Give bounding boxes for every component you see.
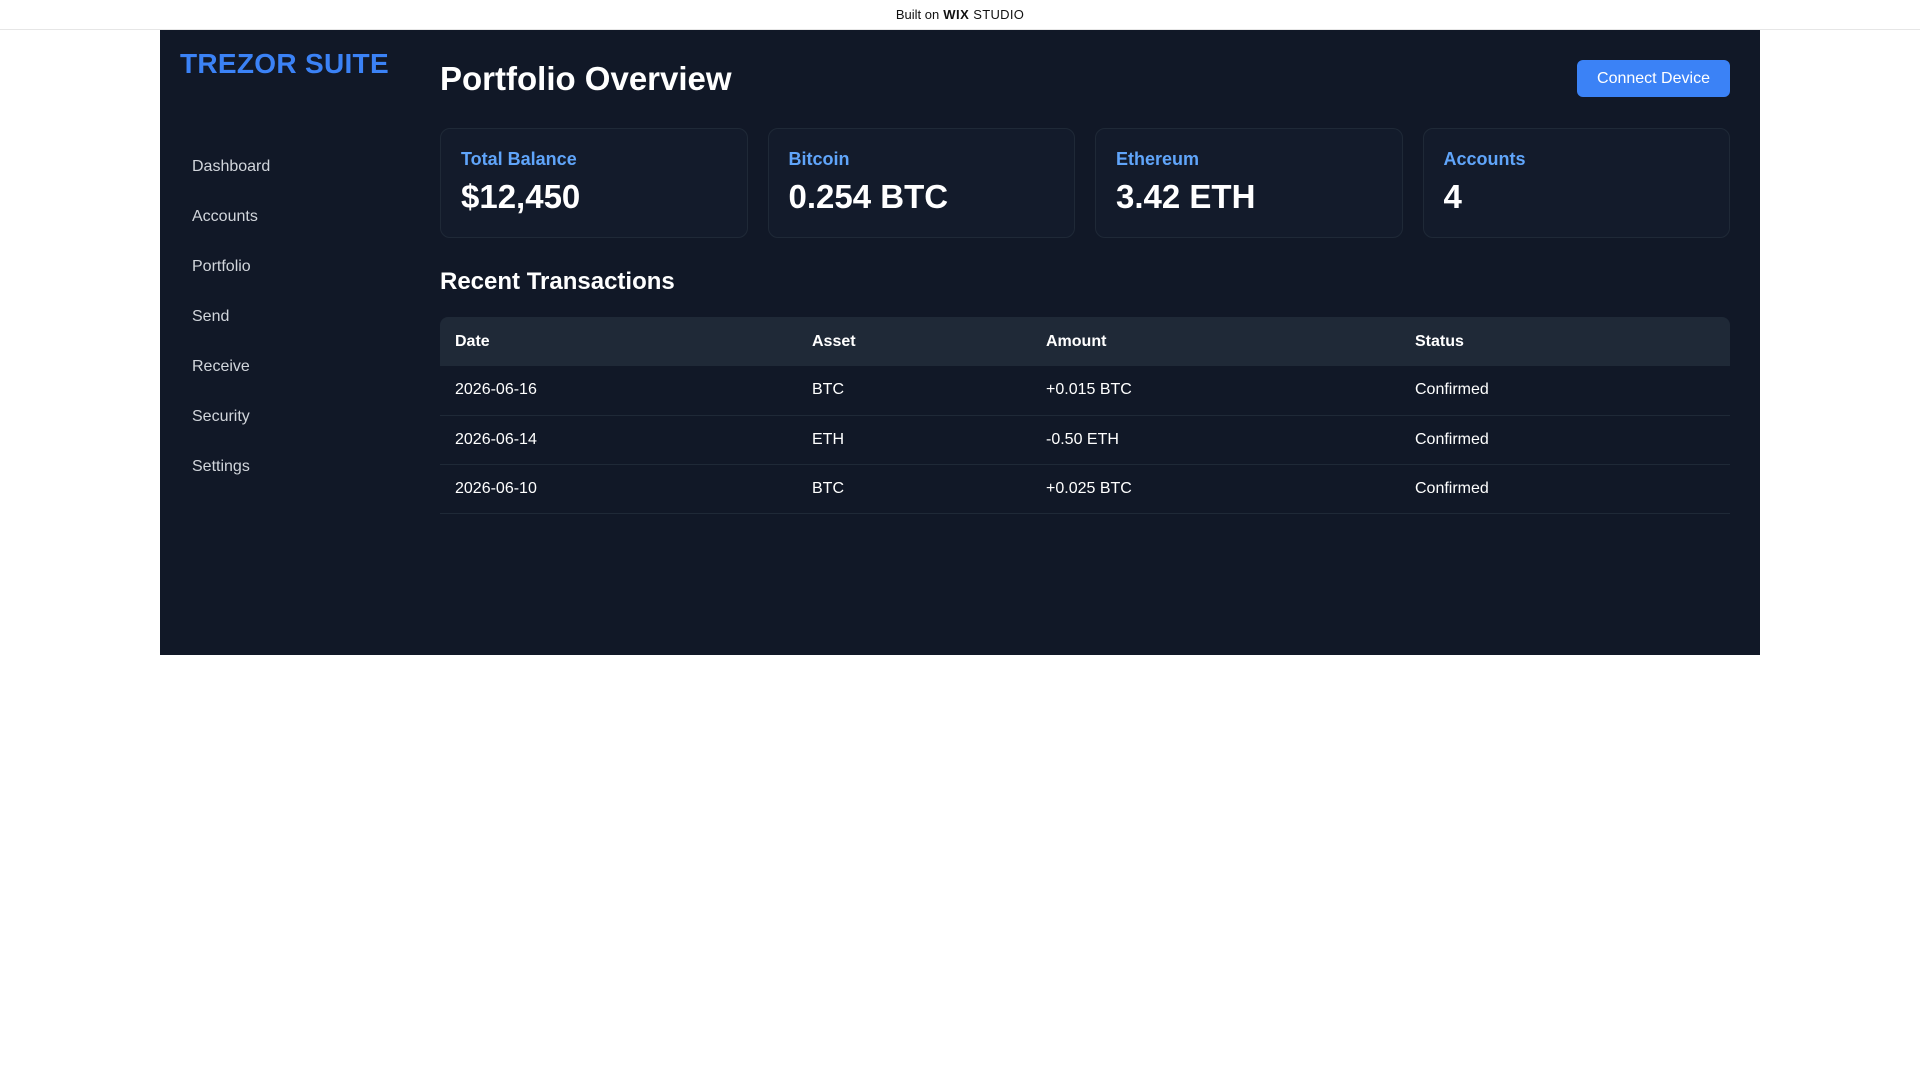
connect-device-button[interactable]: Connect Device (1577, 60, 1730, 97)
cell-status: Confirmed (1400, 415, 1730, 465)
card-bitcoin: Bitcoin 0.254 BTC (767, 128, 1075, 238)
card-label: Ethereum (1116, 149, 1200, 169)
table-header-row: Date Asset Amount Status (440, 317, 1730, 366)
summary-cards: Total Balance $12,450 Bitcoin 0.254 BTC … (440, 128, 1730, 238)
cell-asset: BTC (797, 366, 1031, 416)
cell-amount: -0.50 ETH (1031, 415, 1400, 465)
transactions-table: Date Asset Amount Status 2026-06-16 BTC … (440, 317, 1730, 514)
cell-date: 2026-06-14 (440, 415, 797, 465)
card-label: Total Balance (461, 149, 577, 169)
cell-status: Confirmed (1400, 366, 1730, 416)
table-row[interactable]: 2026-06-16 BTC +0.015 BTC Confirmed (440, 366, 1730, 416)
sidebar-item-dashboard[interactable]: Dashboard (180, 142, 410, 192)
sidebar-item-send[interactable]: Send (180, 292, 410, 342)
sidebar-item-accounts[interactable]: Accounts (180, 192, 410, 242)
sidebar-item-settings[interactable]: Settings (180, 442, 410, 492)
sidebar-item-portfolio[interactable]: Portfolio (180, 242, 410, 292)
card-label: Bitcoin (788, 149, 850, 169)
table-row[interactable]: 2026-06-10 BTC +0.025 BTC Confirmed (440, 464, 1730, 514)
main-content: Portfolio Overview Connect Device Total … (440, 30, 1730, 655)
card-ethereum: Ethereum 3.42 ETH (1095, 128, 1403, 238)
brand-logo[interactable]: TREZOR SUITE (180, 48, 389, 80)
page-title: Portfolio Overview (440, 60, 732, 97)
section-title-recent-transactions: Recent Transactions (440, 268, 675, 295)
cell-amount: +0.015 BTC (1031, 366, 1400, 416)
column-header-asset: Asset (812, 332, 856, 350)
table-row[interactable]: 2026-06-14 ETH -0.50 ETH Confirmed (440, 415, 1730, 465)
wix-banner-suffix: STUDIO (973, 7, 1025, 22)
card-accounts: Accounts 4 (1422, 128, 1730, 238)
column-header-amount: Amount (1046, 332, 1107, 350)
cell-amount: +0.025 BTC (1031, 464, 1400, 514)
card-value: 3.42 ETH (1116, 178, 1256, 215)
sidebar-item-receive[interactable]: Receive (180, 342, 410, 392)
column-header-status: Status (1415, 332, 1464, 350)
cell-asset: BTC (797, 464, 1031, 514)
cell-asset: ETH (797, 415, 1031, 465)
card-total-balance: Total Balance $12,450 (440, 128, 748, 238)
wix-banner[interactable]: Built on WIX STUDIO (0, 0, 1920, 30)
wix-banner-prefix: Built on (895, 7, 940, 22)
cell-date: 2026-06-10 (440, 464, 797, 514)
card-value: 4 (1443, 178, 1462, 215)
sidebar-nav: Dashboard Accounts Portfolio Send Receiv… (180, 142, 410, 492)
card-value: $12,450 (461, 178, 581, 215)
cell-date: 2026-06-16 (440, 366, 797, 416)
sidebar-item-security[interactable]: Security (180, 392, 410, 442)
app-window: TREZOR SUITE Dashboard Accounts Portfoli… (160, 30, 1760, 655)
column-header-date: Date (455, 332, 490, 350)
cell-status: Confirmed (1400, 464, 1730, 514)
sidebar: TREZOR SUITE Dashboard Accounts Portfoli… (160, 30, 430, 655)
card-value: 0.254 BTC (788, 178, 949, 215)
wix-banner-brand: WIX (943, 7, 970, 22)
card-label: Accounts (1443, 149, 1526, 169)
